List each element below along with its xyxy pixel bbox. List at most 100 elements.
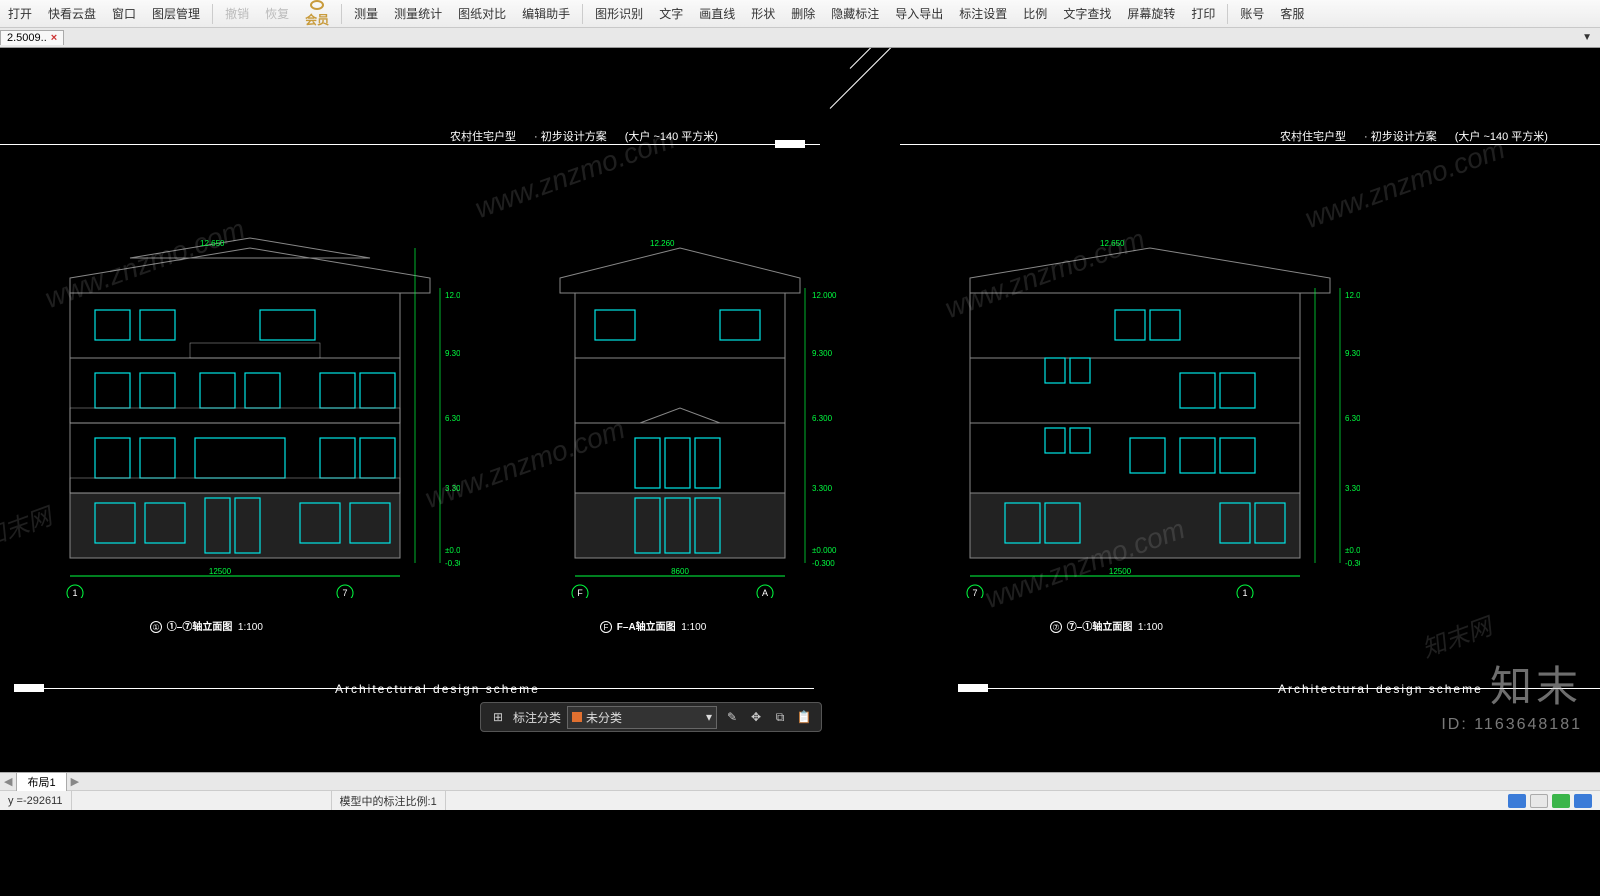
vip-icon (310, 0, 324, 10)
toolbar-shapes[interactable]: 形状 (743, 0, 783, 28)
annotation-floating-toolbar[interactable]: ⊞ 标注分类 未分类 ✎ ✥ ⧉ 📋 (480, 702, 822, 732)
svg-text:12500: 12500 (209, 567, 232, 576)
svg-text:12.650: 12.650 (1100, 239, 1125, 248)
svg-text:1: 1 (1242, 588, 1247, 598)
svg-text:12.000: 12.000 (1345, 291, 1360, 300)
toolbar-scale[interactable]: 比例 (1015, 0, 1055, 28)
elevation-side: 12.000 9.300 6.300 3.300 ±0.000 -0.300 1… (520, 198, 850, 598)
tab-scroll-right-icon[interactable]: ▶ (67, 775, 83, 788)
svg-text:6.300: 6.300 (1345, 414, 1360, 423)
title-rule-cap (775, 140, 805, 148)
toolbar-shape-recog[interactable]: 图形识别 (587, 0, 651, 28)
status-bar: y = -292611 模型中的标注比例:1 (0, 790, 1600, 810)
dim-label: 6.300 (445, 414, 460, 423)
apps-grid-icon[interactable]: ⊞ (489, 708, 507, 726)
status-tool-icon[interactable] (1552, 794, 1570, 808)
toolbar-import-export[interactable]: 导入导出 (887, 0, 951, 28)
dim-label: 12.000 (445, 291, 460, 300)
svg-text:9.300: 9.300 (812, 349, 833, 358)
svg-text:A: A (762, 588, 768, 598)
title-rule (0, 144, 820, 145)
coord-readout: y = -292611 (0, 791, 72, 810)
status-tool-icon[interactable] (1530, 794, 1548, 808)
svg-text:±0.000: ±0.000 (1345, 546, 1360, 555)
annot-category-dropdown[interactable]: 未分类 (567, 706, 717, 729)
drawing-canvas[interactable]: 农村住宅户型 · 初步设计方案 (大户 ~140 平方米) 农村住宅户型 · 初… (0, 48, 1600, 772)
main-toolbar: 打开 快看云盘 窗口 图层管理 撤销 恢复 会员 测量 测量统计 图纸对比 编辑… (0, 0, 1600, 28)
svg-text:12.000: 12.000 (812, 291, 837, 300)
elevation-title: F F–A轴立面图 1:100 (600, 618, 706, 633)
svg-text:-0.300: -0.300 (1345, 559, 1360, 568)
drawing-title-block: 农村住宅户型 · 初步设计方案 (大户 ~140 平方米) (1280, 128, 1548, 144)
svg-text:7: 7 (972, 588, 977, 598)
toolbar-support[interactable]: 客服 (1272, 0, 1312, 28)
toolbar-open[interactable]: 打开 (0, 0, 40, 28)
dim-label: -0.300 (445, 559, 460, 568)
toolbar-delete[interactable]: 删除 (783, 0, 823, 28)
tab-overflow-icon[interactable]: ▼ (1582, 32, 1592, 43)
document-tab-active[interactable]: 2.5009.. × (0, 30, 64, 45)
toolbar-redo[interactable]: 恢复 (257, 0, 297, 28)
status-tool-icon[interactable] (1574, 794, 1592, 808)
svg-text:8600: 8600 (671, 567, 689, 576)
close-tab-icon[interactable]: × (51, 32, 57, 44)
sheet-footer-text: Architectural design scheme (1278, 682, 1483, 696)
status-tool-icon[interactable] (1508, 794, 1526, 808)
elevation-rear: 12.000 9.300 6.300 3.300 ±0.000 -0.300 1… (940, 198, 1360, 598)
watermark-cn: 知末网 (1416, 607, 1496, 665)
paste-icon[interactable]: 📋 (795, 708, 813, 726)
dim-label: 12.650 (200, 239, 225, 248)
toolbar-annot-settings[interactable]: 标注设置 (951, 0, 1015, 28)
title-rule (900, 144, 1600, 145)
asset-id-label: ID: 1163648181 (1441, 716, 1582, 734)
svg-text:7: 7 (342, 588, 347, 598)
toolbar-undo[interactable]: 撤销 (217, 0, 257, 28)
svg-text:F: F (577, 588, 583, 598)
dim-label: 9.300 (445, 349, 460, 358)
toolbar-print[interactable]: 打印 (1183, 0, 1223, 28)
layout-tab[interactable]: 布局1 (16, 772, 66, 791)
svg-text:6.300: 6.300 (812, 414, 833, 423)
copy-icon[interactable]: ⧉ (771, 708, 789, 726)
toolbar-line[interactable]: 画直线 (691, 0, 743, 28)
annot-category-label: 标注分类 (513, 709, 561, 726)
toolbar-measure-stats[interactable]: 测量统计 (386, 0, 450, 28)
tab-scroll-left-icon[interactable]: ◀ (0, 775, 16, 788)
svg-text:1: 1 (72, 588, 77, 598)
elevation-title: ⑦ ⑦–①轴立面图 1:100 (1050, 618, 1163, 633)
svg-text:12.260: 12.260 (650, 239, 675, 248)
color-swatch-icon (572, 712, 582, 722)
svg-text:12500: 12500 (1109, 567, 1132, 576)
toolbar-layer-manager[interactable]: 图层管理 (144, 0, 208, 28)
section-line (850, 48, 936, 69)
svg-text:9.300: 9.300 (1345, 349, 1360, 358)
toolbar-cloud[interactable]: 快看云盘 (40, 0, 104, 28)
elevation-title: ① ①–⑦轴立面图 1:100 (150, 618, 263, 633)
brand-watermark: 知末 (1490, 653, 1582, 714)
toolbar-find-text[interactable]: 文字查找 (1055, 0, 1119, 28)
drawing-title-block: 农村住宅户型 · 初步设计方案 (大户 ~140 平方米) (450, 128, 718, 144)
elevation-front: 12.000 9.300 6.300 3.300 ±0.000 -0.300 1… (40, 198, 460, 598)
toolbar-vip[interactable]: 会员 (297, 0, 337, 28)
section-line (830, 48, 916, 109)
toolbar-hide-annot[interactable]: 隐藏标注 (823, 0, 887, 28)
document-tab-label: 2.5009.. (7, 32, 47, 44)
toolbar-rotate[interactable]: 屏幕旋转 (1119, 0, 1183, 28)
svg-text:3.300: 3.300 (812, 484, 833, 493)
toolbar-edit-helper[interactable]: 编辑助手 (514, 0, 578, 28)
toolbar-compare[interactable]: 图纸对比 (450, 0, 514, 28)
toolbar-text[interactable]: 文字 (651, 0, 691, 28)
document-tab-bar: 2.5009.. × ▼ (0, 28, 1600, 48)
svg-text:3.300: 3.300 (1345, 484, 1360, 493)
dim-label: 3.300 (445, 484, 460, 493)
svg-text:-0.300: -0.300 (812, 559, 835, 568)
layout-tab-bar: ◀ 布局1 ▶ (0, 772, 1600, 790)
sheet-footer-text: Architectural design scheme (335, 682, 540, 696)
edit-icon[interactable]: ✎ (723, 708, 741, 726)
toolbar-account[interactable]: 账号 (1232, 0, 1272, 28)
toolbar-window[interactable]: 窗口 (104, 0, 144, 28)
move-icon[interactable]: ✥ (747, 708, 765, 726)
svg-text:±0.000: ±0.000 (812, 546, 837, 555)
toolbar-measure[interactable]: 测量 (346, 0, 386, 28)
dim-label: ±0.000 (445, 546, 460, 555)
